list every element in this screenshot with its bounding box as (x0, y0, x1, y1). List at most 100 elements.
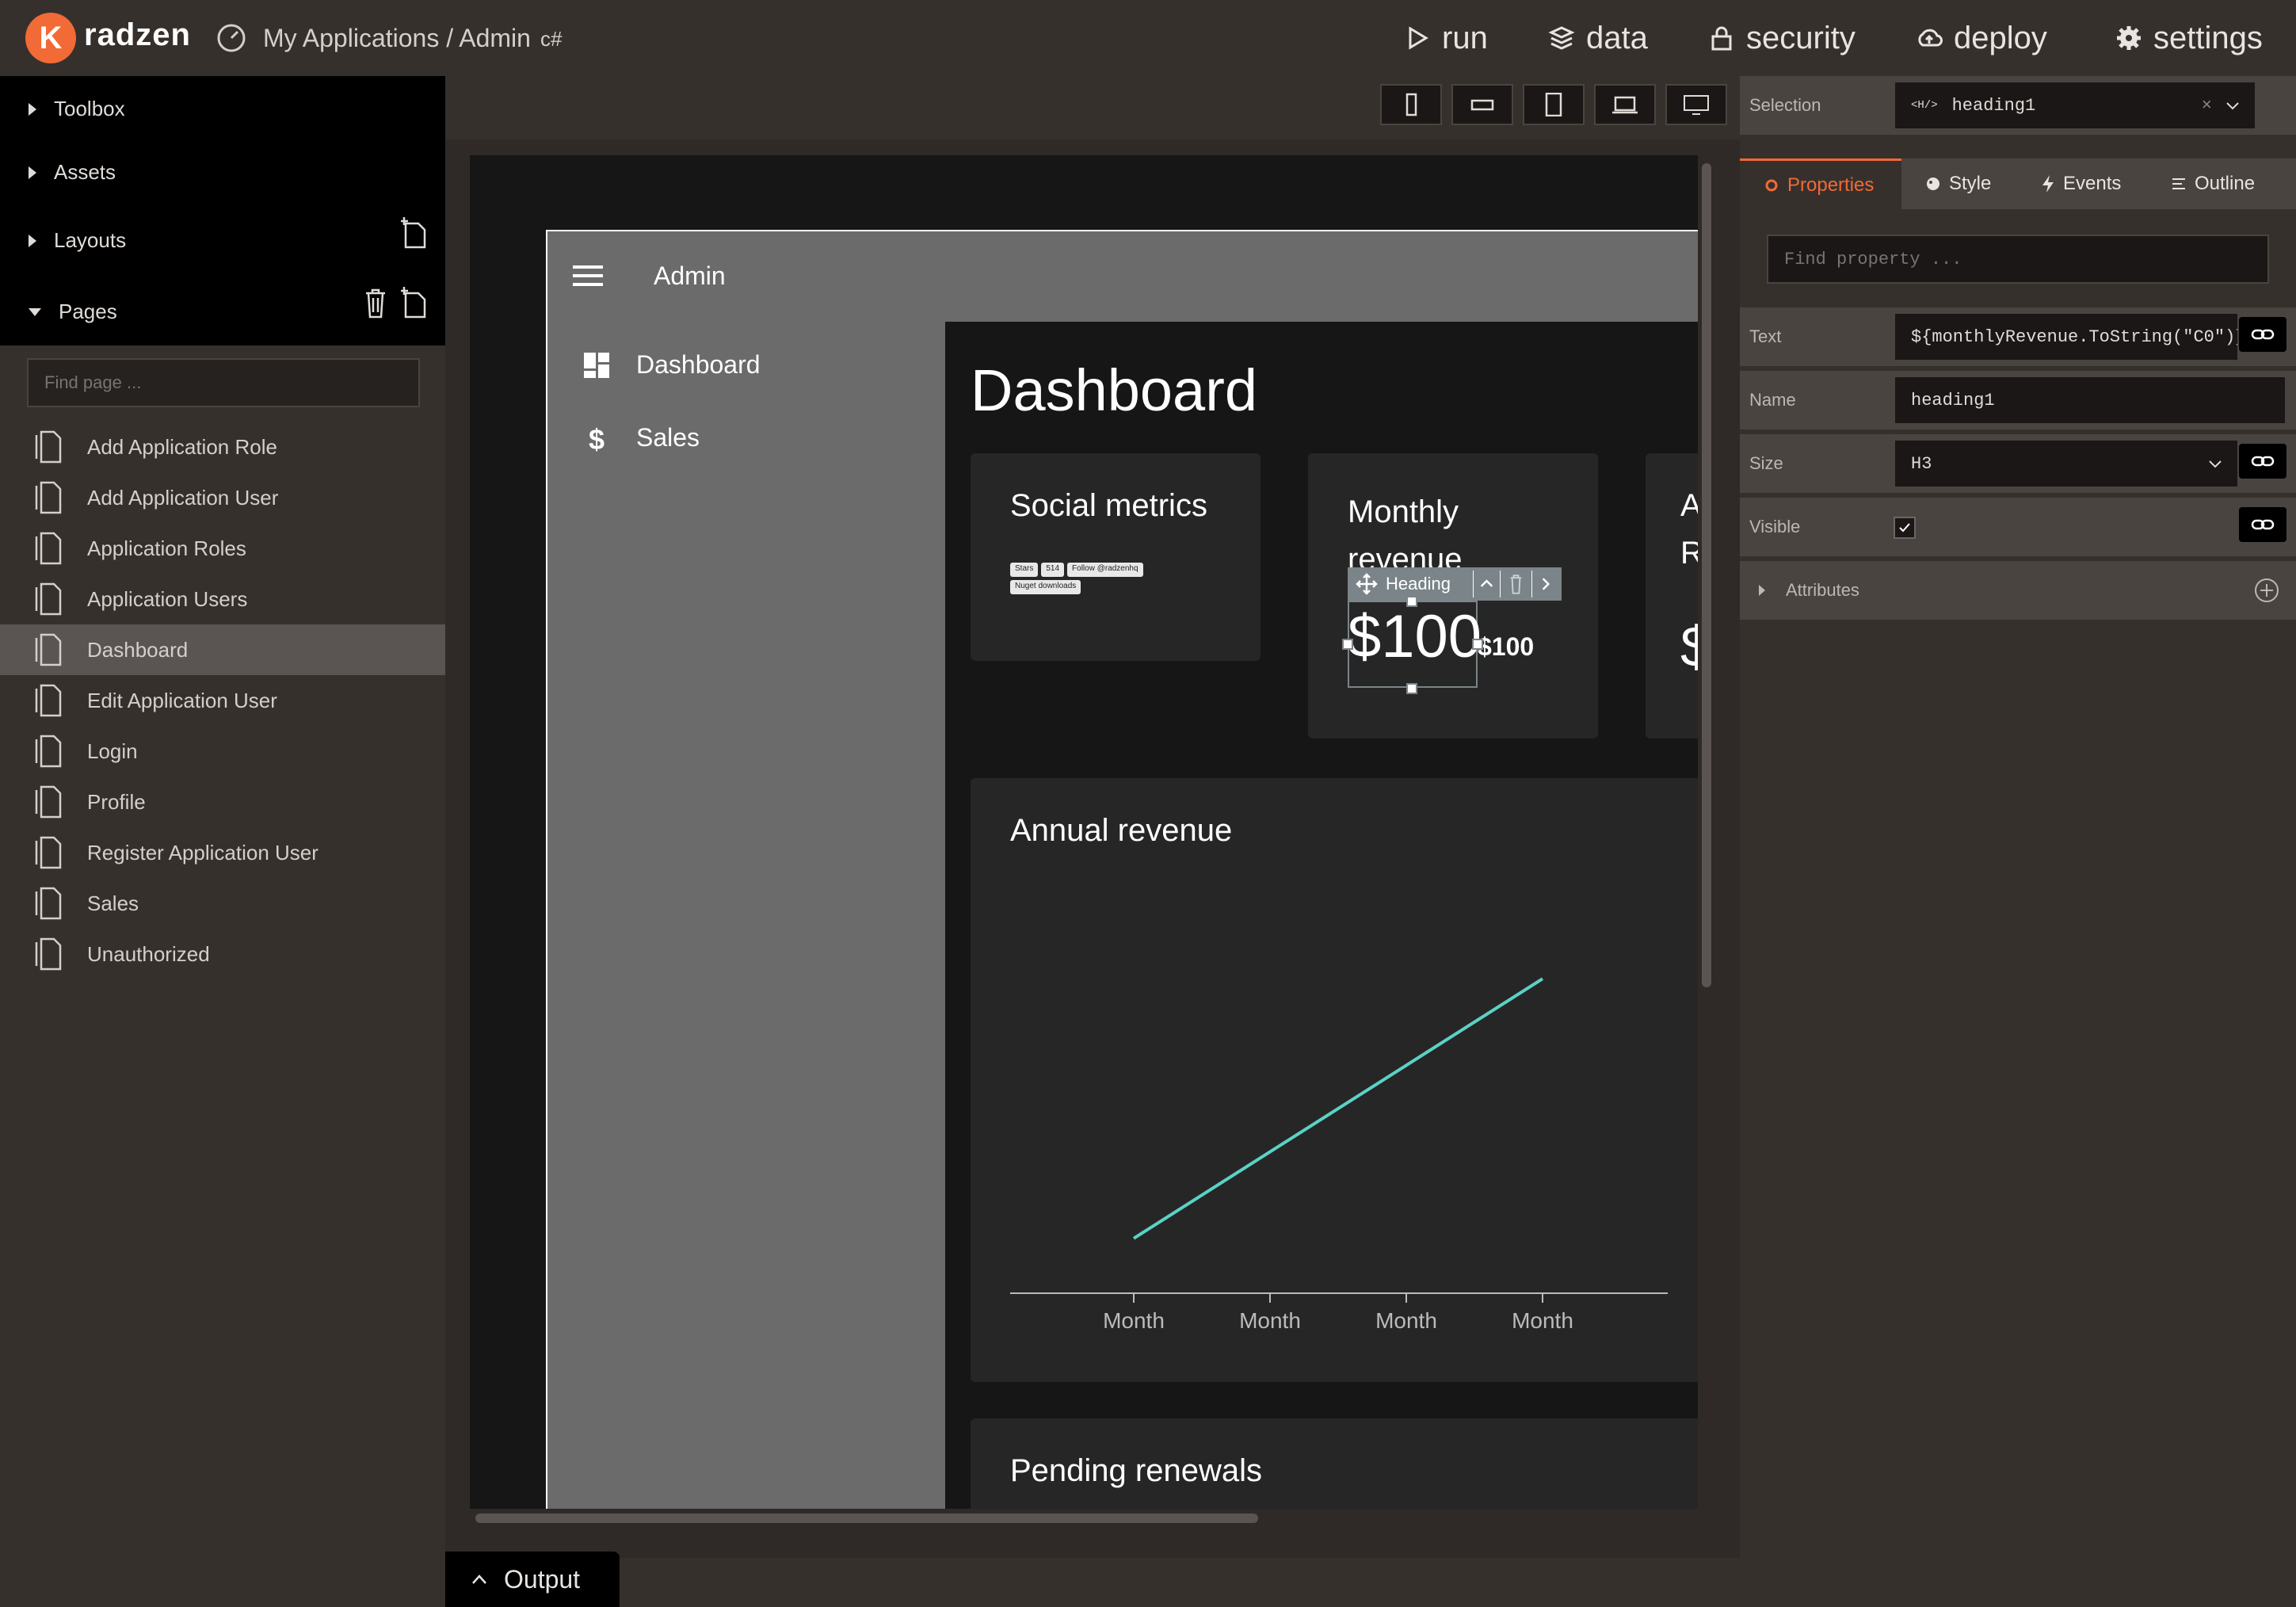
size-property-select[interactable]: H3 (1894, 439, 2239, 488)
device-tablet-button[interactable] (1523, 84, 1585, 125)
add-page-icon[interactable] (401, 287, 426, 319)
device-laptop-button[interactable] (1594, 84, 1656, 125)
clear-icon[interactable]: × (2202, 96, 2212, 116)
radzen-logo-icon[interactable]: K (25, 13, 76, 63)
selection-dropdown[interactable]: <H/> heading1 × (1894, 81, 2256, 130)
assets-section[interactable]: Assets (29, 160, 116, 185)
social-metrics-card[interactable]: Social metrics Stars 514 Follow @radzenh… (971, 453, 1261, 661)
dashboard-gauge-icon[interactable] (215, 22, 247, 54)
selection-toolbar[interactable]: Heading (1348, 567, 1562, 601)
run-button[interactable]: run (1404, 17, 1488, 59)
page-item[interactable]: Add Application User (0, 472, 445, 523)
device-desktop-button[interactable] (1665, 84, 1727, 125)
link-icon (2251, 519, 2275, 530)
add-layout-icon[interactable] (401, 217, 426, 249)
card-value: $ (1680, 616, 1698, 679)
series-line[interactable] (1132, 977, 1544, 1240)
page-icon (35, 633, 62, 666)
tab-style[interactable]: Style (1925, 158, 1991, 209)
device-phone-portrait-button[interactable] (1380, 84, 1442, 125)
page-title[interactable]: Dashboard (971, 357, 1257, 424)
social-badges: Stars 514 Follow @radzenhq Nuget downloa… (1010, 563, 1184, 594)
cloud-upload-icon (1918, 29, 1943, 47)
app-nav-sales[interactable]: $ Sales (582, 423, 700, 452)
chevron-down-icon[interactable] (2225, 97, 2241, 113)
text-property-input[interactable]: ${monthlyRevenue.ToString("C0")} (1894, 312, 2239, 361)
data-button[interactable]: data (1548, 17, 1648, 59)
hamburger-menu-icon[interactable] (573, 265, 603, 287)
lock-icon (1711, 26, 1732, 51)
stars-count-badge[interactable]: 514 (1041, 563, 1065, 577)
card-title: Social metrics (1010, 488, 1207, 523)
breadcrumb[interactable]: My Applications / Admin (263, 24, 531, 53)
nuget-downloads-badge[interactable]: Nuget downloads (1010, 580, 1081, 594)
attributes-row[interactable]: Attributes (1740, 561, 2296, 620)
settings-button[interactable]: settings (2115, 17, 2263, 59)
github-stars-badge[interactable]: Stars (1010, 563, 1039, 577)
resize-handle-bottom[interactable] (1406, 683, 1417, 694)
add-circle-icon[interactable] (2253, 577, 2280, 604)
security-button[interactable]: security (1708, 17, 1855, 59)
tablet-icon (1545, 93, 1562, 116)
chevron-up-icon[interactable] (1473, 571, 1500, 597)
page-item-selected[interactable]: Dashboard (0, 624, 445, 675)
tab-events[interactable]: Events (2041, 158, 2121, 209)
page-icon (35, 735, 62, 768)
tab-outline[interactable]: Outline (2171, 158, 2255, 209)
page-item[interactable]: Profile (0, 777, 445, 827)
pending-renewals-card[interactable]: Pending renewals (971, 1418, 1698, 1509)
dollar-icon: $ (589, 424, 605, 452)
bind-button[interactable] (2239, 507, 2286, 542)
card-title: Annual revenue (1010, 813, 1233, 848)
third-card[interactable]: A R $ (1646, 453, 1698, 739)
annual-revenue-card[interactable]: Annual revenue Month Month Month Month (971, 778, 1698, 1382)
annual-revenue-chart[interactable]: Month Month Month Month (971, 865, 1698, 1380)
resize-handle-right[interactable] (1472, 639, 1483, 650)
page-item[interactable]: Add Application Role (0, 422, 445, 472)
page-item[interactable]: Application Users (0, 574, 445, 624)
page-item[interactable]: Login (0, 726, 445, 777)
property-row-visible: Visible (1740, 498, 2296, 556)
deploy-button[interactable]: deploy (1916, 17, 2047, 59)
app-nav-dashboard[interactable]: Dashboard (582, 350, 761, 380)
trash-icon[interactable] (363, 287, 388, 319)
bind-button[interactable] (2239, 317, 2286, 352)
resize-handle-left[interactable] (1342, 639, 1353, 650)
device-phone-landscape-button[interactable] (1451, 84, 1513, 125)
trash-icon[interactable] (1500, 571, 1531, 597)
chevron-right-icon[interactable] (1531, 571, 1558, 597)
chevron-down-icon (2209, 460, 2222, 468)
monthly-revenue-value-preview: $100 (1478, 632, 1535, 661)
phone-icon (1405, 93, 1417, 116)
property-label: Text (1749, 326, 1782, 346)
find-property-input[interactable] (1767, 235, 2269, 284)
monthly-revenue-card[interactable]: Monthly revenue Heading $100 $100 (1308, 453, 1598, 739)
resize-handle-top[interactable] (1406, 596, 1417, 607)
visible-checkbox[interactable] (1894, 517, 1916, 539)
find-page-input[interactable] (27, 358, 420, 407)
design-canvas[interactable]: Admin Dashboard $ Sales Dashboard Social… (470, 155, 1698, 1509)
canvas-vertical-scrollbar[interactable] (1702, 163, 1711, 987)
page-item[interactable]: Unauthorized (0, 929, 445, 979)
move-icon[interactable] (1356, 573, 1378, 595)
link-icon (2251, 456, 2275, 467)
page-item[interactable]: Edit Application User (0, 675, 445, 726)
output-panel-toggle[interactable]: Output (445, 1552, 620, 1607)
page-icon (35, 836, 62, 869)
page-item[interactable]: Sales (0, 878, 445, 929)
bind-button[interactable] (2239, 444, 2286, 479)
card-title-part2: R (1680, 536, 1698, 571)
tab-properties[interactable]: Properties (1740, 158, 1901, 209)
toolbox-section[interactable]: Toolbox (29, 97, 125, 121)
canvas-horizontal-scrollbar[interactable] (475, 1513, 1258, 1523)
monthly-revenue-value[interactable]: $100 (1348, 602, 1482, 671)
checkmark-icon (1899, 523, 1910, 532)
twitter-follow-badge[interactable]: Follow @radzenhq (1067, 563, 1143, 577)
page-item[interactable]: Register Application User (0, 827, 445, 878)
left-panel: Toolbox Assets Layouts Pages Add Applica… (0, 76, 445, 1607)
layouts-section[interactable]: Layouts (29, 228, 126, 253)
name-property-input[interactable]: heading1 (1894, 376, 2286, 425)
page-item[interactable]: Application Roles (0, 523, 445, 574)
chevron-up-icon (472, 1575, 486, 1584)
pages-section[interactable]: Pages (29, 300, 117, 324)
